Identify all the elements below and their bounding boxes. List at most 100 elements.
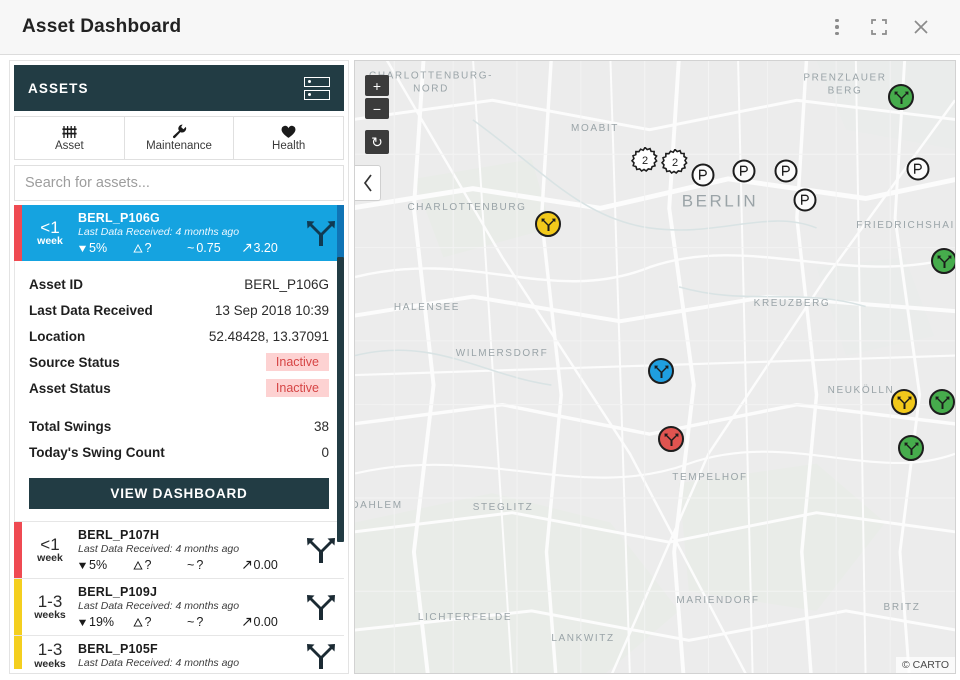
- detail-row: Asset ID BERL_P106G: [29, 271, 329, 297]
- map-label: LANKWITZ: [551, 633, 614, 646]
- map-marker-asset[interactable]: [648, 358, 674, 384]
- detail-key: Last Data Received: [29, 303, 215, 318]
- pending-marker-icon: [737, 164, 752, 179]
- tilde-icon: ~: [187, 558, 194, 572]
- asset-card-body: BERL_P105F Last Data Received: 4 months …: [78, 636, 298, 669]
- map-marker-pending[interactable]: [794, 189, 817, 212]
- map-marker-pending[interactable]: [692, 164, 715, 187]
- down-triangle-icon: [78, 244, 87, 253]
- search-input[interactable]: [14, 165, 344, 201]
- asset-age: <1 week: [22, 522, 78, 578]
- map-marker-asset[interactable]: [929, 389, 955, 415]
- map-label: HALENSEE: [394, 302, 460, 315]
- asset-type-icon: [298, 636, 344, 669]
- map-marker-asset[interactable]: [535, 211, 561, 237]
- asset-marker-icon: [664, 432, 679, 447]
- title-bar: Asset Dashboard: [0, 0, 960, 55]
- metric-average: ~ 0.75: [187, 241, 242, 255]
- map-marker-asset[interactable]: [931, 248, 956, 274]
- asset-age-value: <1: [40, 219, 59, 237]
- down-triangle-icon: [78, 561, 87, 570]
- metric-delta: ?: [133, 615, 188, 629]
- close-icon: [911, 17, 931, 37]
- map-cluster-marker[interactable]: 2: [661, 149, 689, 177]
- asset-marker-icon: [654, 364, 669, 379]
- view-dashboard-button[interactable]: VIEW DASHBOARD: [29, 478, 329, 509]
- list-rows-icon[interactable]: [304, 77, 330, 100]
- map-marker-pending[interactable]: [775, 160, 798, 183]
- search-container: [14, 165, 344, 201]
- pending-marker-icon: [911, 162, 926, 177]
- map-marker-pending[interactable]: [907, 158, 930, 181]
- asset-age-color-bar: [14, 636, 22, 669]
- sidebar-collapse-button[interactable]: [355, 165, 381, 201]
- down-triangle-icon: [78, 618, 87, 627]
- map-marker-asset[interactable]: [658, 426, 684, 452]
- map-marker-pending[interactable]: [733, 160, 756, 183]
- detail-stat-row: Today's Swing Count 0: [29, 439, 329, 465]
- metric-battery: 5%: [78, 241, 133, 255]
- pending-marker-icon: [696, 168, 711, 183]
- asset-age: 1-3 weeks: [22, 579, 78, 635]
- asset-card-last-data: Last Data Received: 4 months ago: [78, 600, 296, 612]
- asset-card[interactable]: <1 week BERL_P107H Last Data Received: 4…: [14, 522, 344, 578]
- page-title: Asset Dashboard: [22, 16, 816, 38]
- map-refresh-button[interactable]: ↻: [365, 130, 389, 154]
- delta-triangle-icon: [133, 618, 143, 627]
- asset-marker-icon: [894, 90, 909, 105]
- map-attribution: © CARTO: [896, 657, 955, 673]
- detail-value: 52.48428, 13.37091: [209, 329, 329, 344]
- detail-key: Asset Status: [29, 381, 266, 396]
- close-button[interactable]: [900, 6, 942, 48]
- tab-health-label: Health: [272, 140, 305, 152]
- detail-key: Source Status: [29, 355, 266, 370]
- map-zoom-out-button[interactable]: −: [365, 98, 389, 119]
- map-label: DAHLEM: [354, 500, 403, 513]
- tab-maintenance[interactable]: Maintenance: [125, 117, 235, 159]
- detail-row: Last Data Received 13 Sep 2018 10:39: [29, 297, 329, 323]
- asset-marker-icon: [935, 395, 950, 410]
- fullscreen-button[interactable]: [858, 6, 900, 48]
- tilde-icon: ~: [187, 241, 194, 255]
- asset-card-body: BERL_P107H Last Data Received: 4 months …: [78, 522, 298, 578]
- detail-value: 13 Sep 2018 10:39: [215, 303, 329, 318]
- asset-age-color-bar: [14, 205, 22, 261]
- tab-asset[interactable]: Asset: [15, 117, 125, 159]
- map-cluster-marker[interactable]: 2: [631, 147, 659, 175]
- map-zoom-in-button[interactable]: +: [365, 75, 389, 96]
- more-options-button[interactable]: [816, 6, 858, 48]
- heart-icon: [281, 124, 296, 139]
- map-marker-asset[interactable]: [891, 389, 917, 415]
- map-panel[interactable]: + − ↻ CHARLOTTENBURG- NORD MOABIT PRENZL…: [354, 60, 956, 674]
- asset-marker-icon: [937, 254, 952, 269]
- map-label: CHARLOTTENBURG: [407, 202, 526, 215]
- asset-card-last-data: Last Data Received: 4 months ago: [78, 657, 296, 669]
- asset-card-id: BERL_P109J: [78, 585, 296, 599]
- assets-list-scrollbar[interactable]: [337, 257, 344, 542]
- asset-card-metrics: 5% ? ~ 0.75: [78, 241, 296, 255]
- metric-trend: 3.20: [242, 241, 297, 255]
- asset-card[interactable]: 1-3 weeks BERL_P105F Last Data Received:…: [14, 636, 344, 669]
- asset-age-value: 1-3: [38, 593, 63, 611]
- assets-list: <1 week BERL_P106G Last Data Received: 4…: [14, 205, 344, 669]
- asset-card-id: BERL_P106G: [78, 211, 296, 225]
- asset-card[interactable]: 1-3 weeks BERL_P109J Last Data Received:…: [14, 579, 344, 635]
- metric-average: ~ ?: [187, 558, 242, 572]
- asset-card-selected[interactable]: <1 week BERL_P106G Last Data Received: 4…: [14, 205, 344, 261]
- detail-value: BERL_P106G: [244, 277, 329, 292]
- map-marker-asset[interactable]: [898, 435, 924, 461]
- asset-age-unit: week: [37, 236, 63, 247]
- pending-marker-icon: [798, 193, 813, 208]
- app-body: ASSETS: [0, 55, 960, 680]
- detail-value: 0: [321, 445, 329, 460]
- map-label: FRIEDRICHSHAIN: [856, 220, 956, 233]
- map-marker-asset[interactable]: [888, 84, 914, 110]
- detail-stat-row: Total Swings 38: [29, 413, 329, 439]
- asset-age: 1-3 weeks: [22, 636, 78, 669]
- metric-battery: 19%: [78, 615, 133, 629]
- asset-marker-icon: [541, 217, 556, 232]
- wrench-icon: [172, 124, 187, 139]
- tab-health[interactable]: Health: [234, 117, 343, 159]
- cluster-count: 2: [642, 155, 648, 167]
- arrow-up-right-icon: [242, 243, 252, 253]
